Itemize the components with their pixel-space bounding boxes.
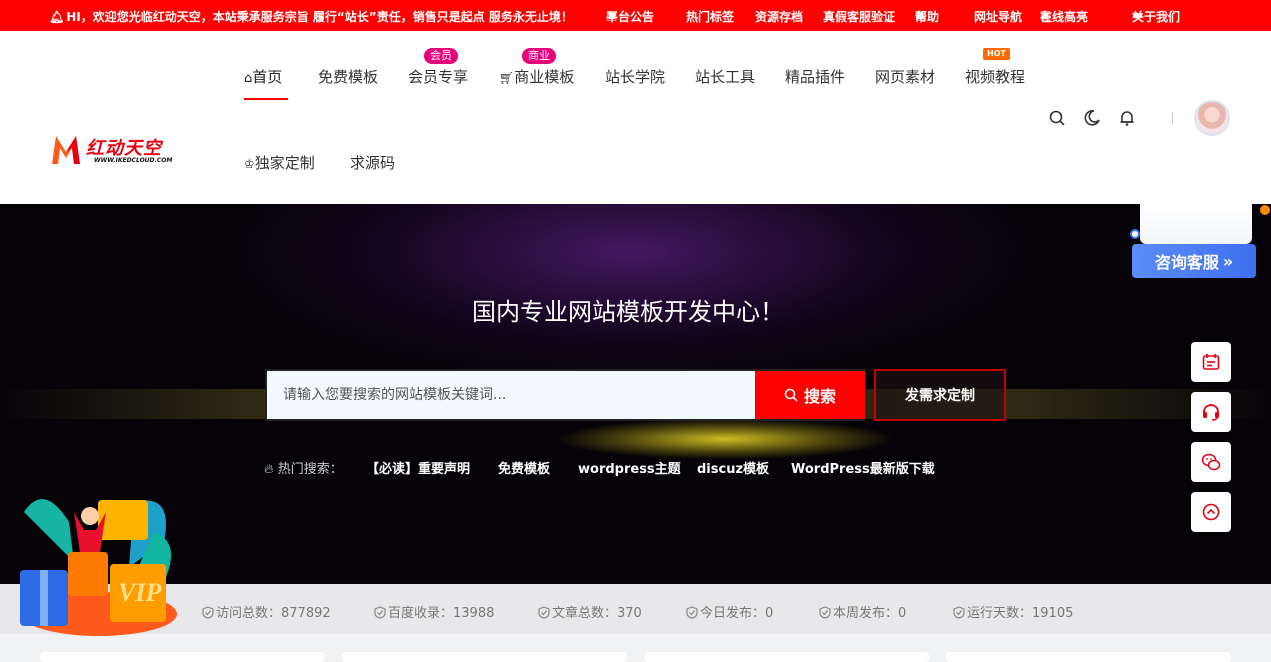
crown-icon: ♔ bbox=[244, 157, 255, 171]
user-avatar[interactable] bbox=[1194, 100, 1230, 136]
top-link-verify-service[interactable]: 真假客服验证 bbox=[823, 8, 895, 25]
customer-service-widget[interactable]: 咨询客服» bbox=[1130, 204, 1270, 278]
search-input[interactable] bbox=[281, 371, 751, 419]
site-stats-bar: 访问总数：877892 百度收录：13988 文章总数：370 今日发布：0 本… bbox=[0, 584, 1271, 634]
hot-keyword[interactable]: WordPress最新版下载 bbox=[791, 458, 935, 477]
nav-vip-exclusive[interactable]: 会员专享 bbox=[408, 66, 468, 87]
nav-home[interactable]: ⌂首页 bbox=[244, 66, 282, 87]
hot-search-label: 热门搜索： bbox=[277, 462, 343, 477]
search-button[interactable]: 搜索 bbox=[755, 371, 865, 419]
stat-run-days: 运行天数：19105 bbox=[953, 602, 1073, 621]
hero-yellow-glow bbox=[560, 419, 890, 459]
vip-badge: 会员 bbox=[424, 48, 458, 64]
side-back-to-top-button[interactable] bbox=[1191, 492, 1231, 532]
logo-m-icon bbox=[52, 136, 80, 164]
double-chevron-right-icon: » bbox=[1222, 251, 1234, 271]
custom-demand-button[interactable]: 发需求定制 bbox=[874, 369, 1006, 421]
cart-icon: 🛒︎ bbox=[499, 71, 515, 85]
logo-url: WWW.IKEDCLOUD.COM bbox=[94, 157, 173, 164]
nav-tools[interactable]: 站长工具 bbox=[695, 66, 755, 87]
service-agent-image bbox=[1140, 204, 1252, 244]
vip-gift-icon bbox=[20, 499, 177, 636]
nav-request-source[interactable]: 求源码 bbox=[350, 152, 395, 173]
search-icon bbox=[784, 388, 798, 402]
header-divider bbox=[1172, 112, 1173, 124]
nav-academy[interactable]: 站长学院 bbox=[605, 66, 665, 87]
headset-icon bbox=[1203, 404, 1219, 421]
search-icon[interactable] bbox=[1048, 109, 1066, 127]
flame-icon: 🔥︎ bbox=[264, 462, 274, 477]
hot-search-row: 🔥︎ 热门搜索： 【必读】重要声明 免费模板 wordpress主题 discu… bbox=[264, 458, 935, 477]
top-link-archive[interactable]: 资源存档 bbox=[755, 8, 803, 25]
caret-down-icon: ▾ bbox=[1132, 8, 1139, 22]
hero-banner: 国内专业网站模板开发中心！ 搜索 发需求定制 🔥︎ 热门搜索： 【必读】重要声明… bbox=[0, 204, 1271, 584]
hot-keyword[interactable]: 免费模板 bbox=[498, 458, 550, 477]
shield-icon bbox=[686, 606, 698, 619]
nav-free-templates[interactable]: 免费模板 bbox=[318, 66, 378, 87]
nav-web-materials[interactable]: 网页素材 bbox=[875, 66, 935, 87]
nav-active-underline bbox=[244, 98, 288, 100]
content-card bbox=[644, 652, 929, 662]
stat-week: 本周发布：0 bbox=[819, 602, 906, 621]
hero-title: 国内专业网站模板开发中心！ bbox=[472, 298, 784, 326]
shield-icon bbox=[202, 606, 214, 619]
search-form: 搜索 bbox=[265, 369, 865, 421]
stat-articles: 文章总数：370 bbox=[538, 602, 642, 621]
search-button-label: 搜索 bbox=[803, 387, 836, 406]
contact-service-button[interactable]: 咨询客服» bbox=[1132, 244, 1256, 278]
stat-today: 今日发布：0 bbox=[686, 602, 773, 621]
stat-baidu-index: 百度收录：13988 bbox=[374, 602, 494, 621]
stat-visits: 访问总数：877892 bbox=[202, 602, 331, 621]
content-card bbox=[342, 652, 627, 662]
top-link-hot-tags[interactable]: 热门标签 bbox=[686, 8, 734, 25]
nav-video-tutorials[interactable]: 视频教程 bbox=[965, 66, 1025, 87]
wechat-icon bbox=[1201, 453, 1221, 471]
content-card bbox=[40, 652, 325, 662]
vip-gift-floating[interactable]: VIP bbox=[14, 482, 184, 640]
arrow-up-circle-icon bbox=[1202, 503, 1220, 521]
top-link-site-nav[interactable]: 网址导航 bbox=[974, 8, 1022, 25]
shield-icon bbox=[374, 606, 386, 619]
top-announcement-bar: 🔔︎ HI，欢迎您光临红动天空，本站秉承服务宗旨 履行“站长”责任，销售只是起点 … bbox=[0, 0, 1271, 31]
hot-keyword[interactable]: wordpress主题 bbox=[578, 458, 681, 477]
site-header: 红动天空 WWW.IKEDCLOUD.COM ⌂首页 免费模板 会员 会员专享 … bbox=[0, 31, 1271, 204]
calendar-icon bbox=[1202, 354, 1220, 370]
dark-mode-icon[interactable] bbox=[1083, 109, 1101, 127]
vip-label: VIP bbox=[118, 578, 162, 607]
nav-plugins[interactable]: 精品插件 bbox=[785, 66, 845, 87]
bell-icon[interactable] bbox=[1118, 109, 1136, 127]
shield-icon bbox=[953, 606, 965, 619]
hot-badge: HOT bbox=[983, 48, 1010, 60]
hot-keyword[interactable]: discuz模板 bbox=[697, 458, 769, 477]
business-badge: 商业 bbox=[522, 48, 556, 64]
dot-icon bbox=[1130, 229, 1140, 239]
shield-icon bbox=[538, 606, 550, 619]
site-logo[interactable]: 红动天空 WWW.IKEDCLOUD.COM bbox=[50, 132, 185, 168]
side-wechat-button[interactable] bbox=[1191, 442, 1231, 482]
welcome-text: HI，欢迎您光临红动天空，本站秉承服务宗旨 履行“站长”责任，销售只是起点 服务… bbox=[66, 10, 573, 24]
nav-business-templates[interactable]: 🛒︎商业模板 bbox=[499, 66, 574, 87]
hot-keyword[interactable]: 【必读】重要声明 bbox=[366, 458, 470, 477]
dot-icon bbox=[1260, 205, 1270, 215]
content-card bbox=[946, 652, 1231, 662]
nav-custom[interactable]: ♔独家定制 bbox=[244, 152, 315, 173]
side-calendar-button[interactable] bbox=[1191, 342, 1231, 382]
shield-icon bbox=[819, 606, 831, 619]
side-support-button[interactable] bbox=[1191, 392, 1231, 432]
bell-icon: 🔔︎ bbox=[49, 10, 65, 24]
welcome-notice: 🔔︎ HI，欢迎您光临红动天空，本站秉承服务宗旨 履行“站长”责任，销售只是起点 … bbox=[49, 8, 573, 25]
